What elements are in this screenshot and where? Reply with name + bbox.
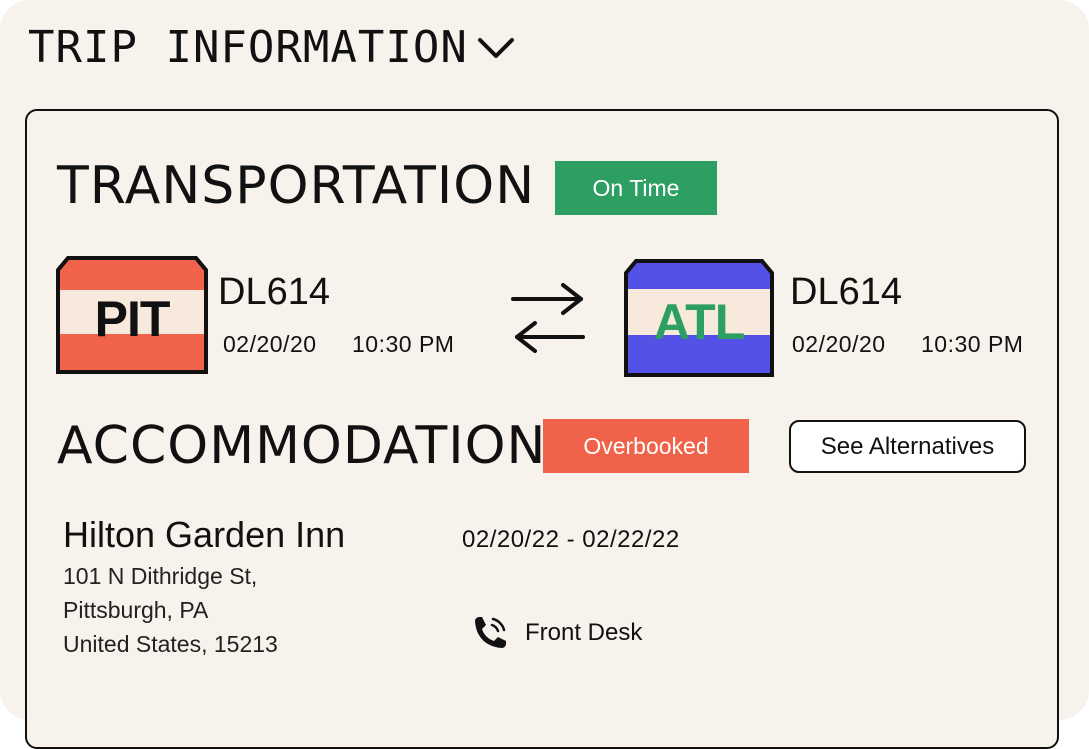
- transport-status-badge: On Time: [555, 161, 717, 215]
- transportation-heading: TRANSPORTATION: [57, 156, 536, 216]
- stay-dates: 02/20/22 - 02/22/22: [462, 526, 680, 553]
- chevron-down-icon[interactable]: [476, 28, 516, 68]
- page-title: TRIP INFORMATION: [28, 22, 468, 73]
- destination-airport-code: ATL: [653, 294, 745, 350]
- origin-departure-date: 02/20/20: [223, 331, 317, 357]
- accommodation-status-badge: Overbooked: [543, 419, 749, 473]
- front-desk-contact[interactable]: Front Desk: [467, 611, 642, 655]
- phone-icon[interactable]: [467, 611, 511, 655]
- origin-flight-number: DL614: [218, 271, 330, 313]
- destination-airport-ticket: ATL: [624, 259, 774, 377]
- trip-details-card: TRANSPORTATION On Time PIT DL614 02/20/2…: [25, 109, 1059, 749]
- address-line: United States, 15213: [63, 631, 278, 657]
- origin-airport-code: PIT: [94, 291, 171, 347]
- destination-arrival-date: 02/20/20: [792, 331, 886, 357]
- swap-arrows-icon: [509, 279, 589, 355]
- address-line: Pittsburgh, PA: [63, 597, 209, 623]
- see-alternatives-button[interactable]: See Alternatives: [789, 420, 1026, 473]
- origin-departure-time: 10:30 PM: [352, 331, 455, 357]
- hotel-name: Hilton Garden Inn: [63, 514, 346, 555]
- front-desk-label: Front Desk: [525, 619, 643, 646]
- trip-info-panel: TRIP INFORMATION TRANSPORTATION On Time …: [0, 0, 1089, 749]
- hotel-address: 101 N Dithridge St, Pittsburgh, PA Unite…: [63, 559, 278, 661]
- destination-flight-number: DL614: [790, 271, 902, 313]
- trip-info-toggle[interactable]: TRIP INFORMATION: [28, 22, 516, 73]
- origin-airport-ticket: PIT: [56, 256, 208, 374]
- address-line: 101 N Dithridge St,: [63, 563, 258, 589]
- accommodation-heading: ACCOMMODATION: [57, 416, 547, 476]
- destination-arrival-time: 10:30 PM: [921, 331, 1024, 357]
